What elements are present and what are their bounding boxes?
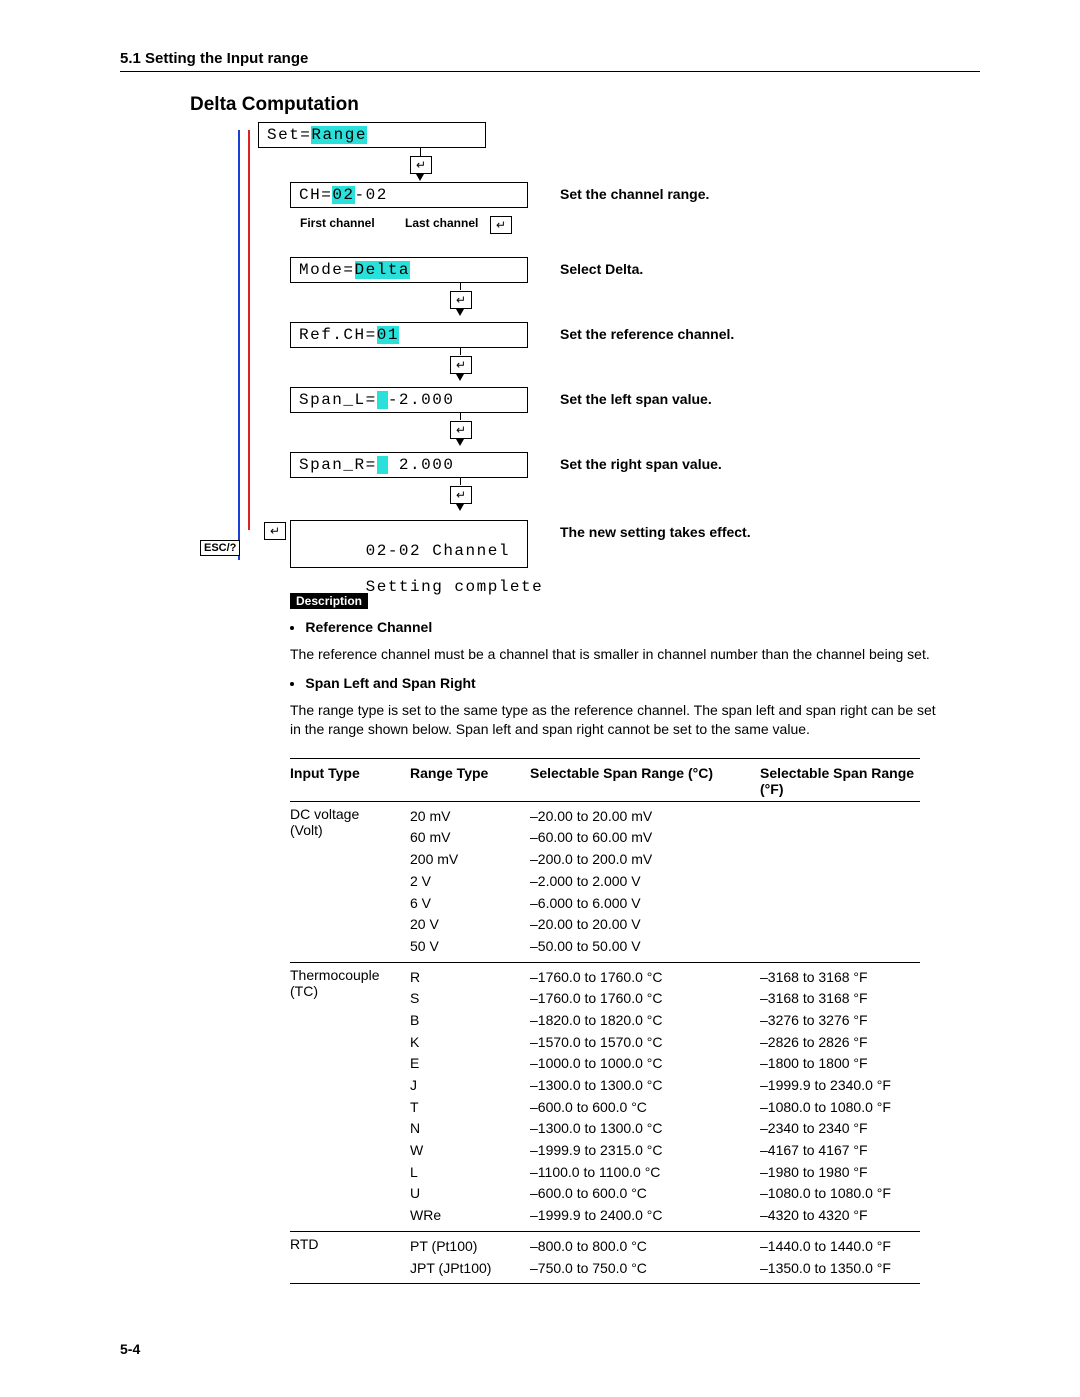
cell-input-type: DC voltage(Volt) (290, 806, 410, 958)
table-group: RTDPT (Pt100)–800.0 to 800.0 °C–1440.0 t… (290, 1232, 920, 1283)
table-row: 20 mV–20.00 to 20.00 mV (410, 806, 920, 828)
th-input-type: Input Type (290, 765, 410, 797)
note-spanr: Set the right span value. (560, 456, 722, 472)
table-row: B–1820.0 to 1820.0 °C–3276 to 3276 °F (410, 1010, 920, 1032)
table-group: DC voltage(Volt)20 mV–20.00 to 20.00 mV6… (290, 802, 920, 963)
note-final: The new setting takes effect. (560, 524, 751, 540)
lcd-step-1: CH=02-02 (290, 182, 528, 208)
note-ch: Set the channel range. (560, 186, 709, 202)
enter-icon (264, 522, 286, 540)
lcd-step-4: Span_L= -2.000 (290, 387, 528, 413)
table-row: WRe–1999.9 to 2400.0 °C–4320 to 4320 °F (410, 1205, 920, 1227)
lcd-step-2: Mode=Delta (290, 257, 528, 283)
enter-icon (450, 356, 472, 374)
enter-icon (450, 421, 472, 439)
span-range-table: Input Type Range Type Selectable Span Ra… (290, 758, 920, 1284)
section-title: Delta Computation (190, 94, 980, 116)
lcd-step-3: Ref.CH=01 (290, 322, 528, 348)
table-row: N–1300.0 to 1300.0 °C–2340 to 2340 °F (410, 1118, 920, 1140)
table-row: 2 V–2.000 to 2.000 V (410, 871, 920, 893)
enter-icon (450, 291, 472, 309)
th-span-c: Selectable Span Range (°C) (530, 765, 760, 797)
lcd-step-5: Span_R= 2.000 (290, 452, 528, 478)
lcd-step-0: Set=Range (258, 122, 486, 148)
final-line2: Setting complete (366, 578, 544, 596)
table-row: W–1999.9 to 2315.0 °C–4167 to 4167 °F (410, 1140, 920, 1162)
table-row: L–1100.0 to 1100.0 °C–1980 to 1980 °F (410, 1162, 920, 1184)
table-row: S–1760.0 to 1760.0 °C–3168 to 3168 °F (410, 988, 920, 1010)
final-line1: 02-02 Channel (366, 542, 510, 560)
table-row: JPT (JPt100)–750.0 to 750.0 °C–1350.0 to… (410, 1258, 920, 1280)
flow-diagram: Set=Range CH=02-02 First channel Last ch… (230, 122, 980, 582)
cell-input-type: Thermocouple(TC) (290, 967, 410, 1227)
table-row: E–1000.0 to 1000.0 °C–1800 to 1800 °F (410, 1053, 920, 1075)
first-channel-label: First channel (300, 216, 375, 230)
last-channel-label: Last channel (405, 216, 478, 230)
table-row: J–1300.0 to 1300.0 °C–1999.9 to 2340.0 °… (410, 1075, 920, 1097)
desc-ref-body: The reference channel must be a channel … (290, 645, 940, 665)
table-group: Thermocouple(TC)R–1760.0 to 1760.0 °C–31… (290, 963, 920, 1232)
table-row: R–1760.0 to 1760.0 °C–3168 to 3168 °F (410, 967, 920, 989)
th-range-type: Range Type (410, 765, 530, 797)
desc-span-body: The range type is set to the same type a… (290, 701, 940, 740)
note-mode: Select Delta. (560, 261, 643, 277)
enter-icon (410, 156, 432, 174)
desc-span-title: Span Left and Span Right (305, 675, 940, 691)
table-row: U–600.0 to 600.0 °C–1080.0 to 1080.0 °F (410, 1183, 920, 1205)
enter-icon (450, 486, 472, 504)
esc-key-label: ESC/? (200, 540, 240, 556)
table-row: K–1570.0 to 1570.0 °C–2826 to 2826 °F (410, 1032, 920, 1054)
table-row: 60 mV–60.00 to 60.00 mV (410, 827, 920, 849)
desc-ref-title: Reference Channel (305, 619, 940, 635)
th-span-f: Selectable Span Range (°F) (760, 765, 920, 797)
page-header: 5.1 Setting the Input range (120, 50, 980, 72)
table-row: 50 V–50.00 to 50.00 V (410, 936, 920, 958)
enter-icon (490, 216, 512, 234)
description-block: Description Reference Channel The refere… (290, 592, 940, 740)
table-row: 6 V–6.000 to 6.000 V (410, 893, 920, 915)
table-row: 200 mV–200.0 to 200.0 mV (410, 849, 920, 871)
note-spanl: Set the left span value. (560, 391, 712, 407)
cell-input-type: RTD (290, 1236, 410, 1279)
note-ref: Set the reference channel. (560, 326, 734, 342)
table-row: 20 V–20.00 to 20.00 V (410, 914, 920, 936)
page-number: 5-4 (120, 1341, 140, 1357)
table-row: T–600.0 to 600.0 °C–1080.0 to 1080.0 °F (410, 1097, 920, 1119)
table-row: PT (Pt100)–800.0 to 800.0 °C–1440.0 to 1… (410, 1236, 920, 1258)
